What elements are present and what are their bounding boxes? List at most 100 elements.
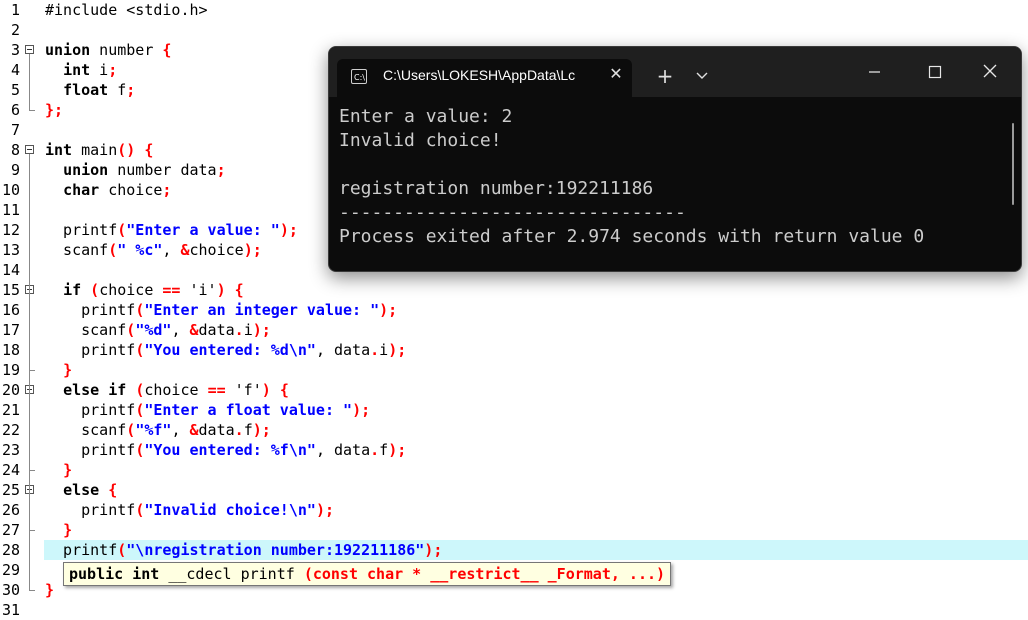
console-tab[interactable]: C:\ C:\Users\LOKESH\AppData\Lc ✕	[337, 59, 632, 97]
code-line[interactable]: 23 printf("You entered: %f\n", data.f);	[0, 440, 1028, 460]
line-number: 17	[1, 321, 20, 339]
code-text[interactable]: printf("You entered: %d\n", data.i);	[45, 340, 406, 360]
line-number: 10	[1, 181, 20, 199]
line-number: 14	[1, 261, 20, 279]
console-scrollbar[interactable]	[1012, 123, 1014, 205]
code-text[interactable]: else {	[45, 480, 117, 500]
code-text[interactable]: int i;	[45, 60, 117, 80]
line-number: 3	[10, 41, 20, 59]
code-text[interactable]: }	[45, 520, 72, 540]
minimize-button[interactable]	[852, 59, 898, 85]
line-number: 18	[1, 341, 20, 359]
code-line[interactable]: 15 if (choice == 'i') {	[0, 280, 1028, 300]
code-text[interactable]: scanf("%f", &data.f);	[45, 420, 271, 440]
line-number: 24	[1, 461, 20, 479]
close-window-button[interactable]	[967, 59, 1013, 85]
console-output-line: Enter a value: 2	[339, 106, 513, 127]
console-title-bar[interactable]: C:\ C:\Users\LOKESH\AppData\Lc ✕ +	[329, 47, 1021, 97]
line-number: 15	[1, 281, 20, 299]
line-number: 11	[1, 201, 20, 219]
code-text[interactable]: }	[45, 460, 72, 480]
console-output-line: registration number:192211186	[339, 178, 654, 199]
line-number: 6	[10, 101, 20, 119]
code-line[interactable]: 22 scanf("%f", &data.f);	[0, 420, 1028, 440]
code-text[interactable]: printf("Enter a float value: ");	[45, 400, 370, 420]
line-number: 1	[10, 1, 20, 19]
console-output-line: Invalid choice!	[339, 130, 502, 151]
code-text[interactable]: int main() {	[45, 140, 153, 160]
code-text[interactable]: printf("Invalid choice!\n");	[45, 500, 334, 520]
code-line[interactable]: 31	[0, 600, 1028, 620]
fold-collapse-icon[interactable]	[25, 145, 34, 154]
tab-dropdown-button[interactable]	[693, 68, 711, 84]
line-number: 25	[1, 481, 20, 499]
code-line[interactable]: 21 printf("Enter a float value: ");	[0, 400, 1028, 420]
code-text[interactable]: char choice;	[45, 180, 171, 200]
code-text[interactable]: #include <stdio.h>	[45, 0, 208, 20]
code-text[interactable]: float f;	[45, 80, 135, 100]
tooltip-function-name: __cdecl printf	[159, 565, 304, 583]
line-number: 16	[1, 301, 20, 319]
code-text[interactable]: };	[45, 100, 63, 120]
code-text[interactable]: else if (choice == 'f') {	[45, 380, 289, 400]
fold-collapse-icon[interactable]	[25, 45, 34, 54]
code-text[interactable]: printf("\nregistration number:192211186"…	[45, 540, 442, 560]
code-text[interactable]: scanf("%d", &data.i);	[45, 320, 271, 340]
line-number: 26	[1, 501, 20, 519]
tab-close-icon[interactable]: ✕	[607, 64, 625, 83]
line-number: 20	[1, 381, 20, 399]
code-text[interactable]: printf("Enter an integer value: ");	[45, 300, 397, 320]
new-tab-button[interactable]: +	[655, 66, 675, 86]
fold-guide-line	[29, 154, 30, 590]
line-number: 12	[1, 221, 20, 239]
code-line[interactable]: 2	[0, 20, 1028, 40]
tab-title: C:\Users\LOKESH\AppData\Lc	[383, 67, 576, 83]
console-output-line: --------------------------------	[339, 202, 686, 223]
code-text[interactable]: if (choice == 'i') {	[45, 280, 244, 300]
line-number: 19	[1, 361, 20, 379]
code-line[interactable]: 16 printf("Enter an integer value: ");	[0, 300, 1028, 320]
code-line[interactable]: 18 printf("You entered: %d\n", data.i);	[0, 340, 1028, 360]
code-text[interactable]: union number data;	[45, 160, 226, 180]
line-number: 2	[10, 21, 20, 39]
code-line[interactable]: 1 #include <stdio.h>	[0, 0, 1028, 20]
maximize-button[interactable]	[912, 59, 958, 85]
function-signature-tooltip: public int __cdecl printf (const char * …	[63, 562, 672, 586]
code-text[interactable]: printf("You entered: %f\n", data.f);	[45, 440, 406, 460]
close-icon	[983, 64, 997, 78]
tooltip-keywords: public int	[69, 565, 160, 583]
line-number: 27	[1, 521, 20, 539]
console-output: Enter a value: 2 Invalid choice! registra…	[339, 105, 924, 249]
console-window: C:\ C:\Users\LOKESH\AppData\Lc ✕ + Enter…	[328, 46, 1022, 272]
console-app-icon: C:\	[351, 69, 367, 84]
minimize-icon	[869, 71, 880, 73]
fold-end-marker	[29, 590, 35, 591]
line-number: 9	[10, 161, 20, 179]
maximize-icon	[928, 65, 942, 79]
line-number: 22	[1, 421, 20, 439]
code-line[interactable]: 20 else if (choice == 'f') {	[0, 380, 1028, 400]
code-line[interactable]: 24 }	[0, 460, 1028, 480]
code-line[interactable]: 27 }	[0, 520, 1028, 540]
code-text[interactable]: printf("Enter a value: ");	[45, 220, 298, 240]
code-text[interactable]: }	[45, 360, 72, 380]
line-number: 4	[10, 61, 20, 79]
code-line[interactable]: 25 else {	[0, 480, 1028, 500]
line-number: 23	[1, 441, 20, 459]
code-line[interactable]: 19 }	[0, 360, 1028, 380]
line-number: 5	[10, 81, 20, 99]
code-text[interactable]: }	[45, 580, 54, 600]
line-number: 21	[1, 401, 20, 419]
code-line[interactable]: 28 printf("\nregistration number:1922111…	[0, 540, 1028, 560]
code-text[interactable]: union number {	[45, 40, 171, 60]
fold-end-marker	[29, 110, 35, 111]
code-text[interactable]: scanf(" %c", &choice);	[45, 240, 262, 260]
console-output-line: Process exited after 2.974 seconds with …	[339, 226, 925, 247]
line-number: 31	[1, 601, 20, 619]
line-number: 30	[1, 581, 20, 599]
chevron-down-icon	[696, 72, 708, 79]
line-number: 7	[10, 121, 20, 139]
code-line[interactable]: 17 scanf("%d", &data.i);	[0, 320, 1028, 340]
code-line[interactable]: 26 printf("Invalid choice!\n");	[0, 500, 1028, 520]
line-number: 28	[1, 541, 20, 559]
